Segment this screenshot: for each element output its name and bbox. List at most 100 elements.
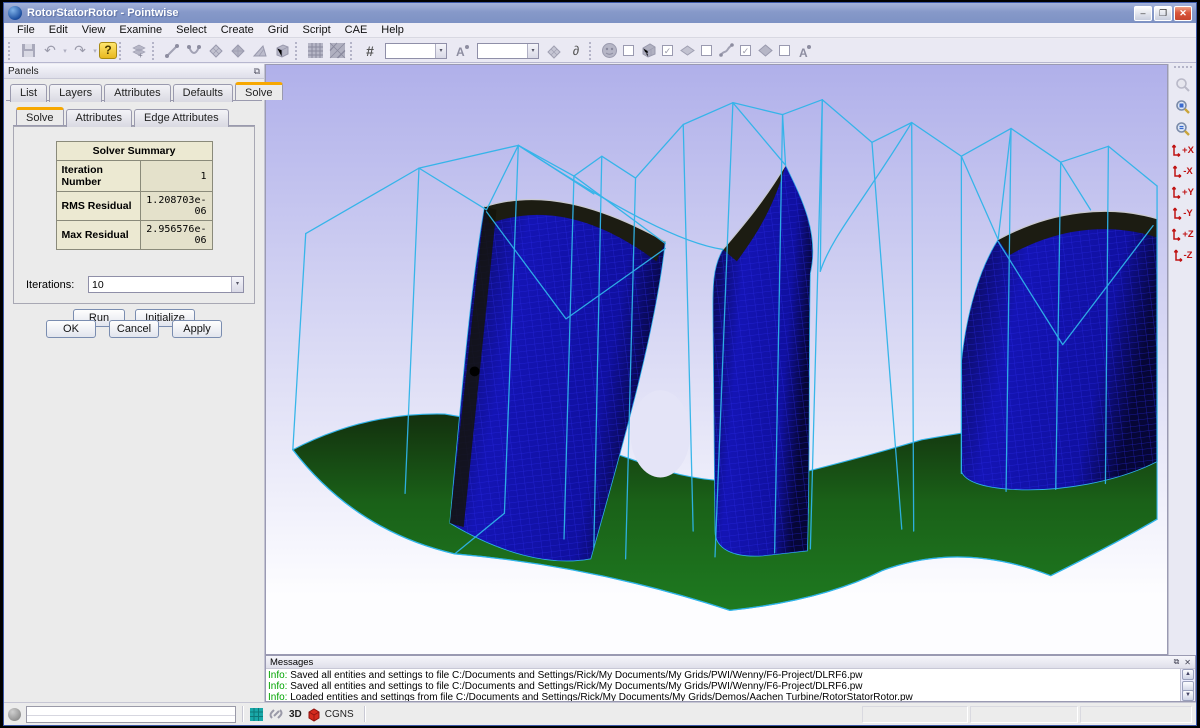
chevron-down-icon[interactable]: ▾: [527, 44, 538, 58]
view-plus-z-button[interactable]: +Z: [1170, 224, 1196, 245]
create-extrusion-icon[interactable]: [249, 41, 271, 61]
derivative-icon[interactable]: ∂: [565, 41, 587, 61]
view-minus-z-button[interactable]: -Z: [1170, 245, 1196, 266]
zoom-extents-icon[interactable]: [1171, 96, 1195, 118]
undo-icon[interactable]: ↶: [39, 41, 61, 61]
grid-tracking-icon[interactable]: [249, 707, 264, 722]
mask-point-icon[interactable]: A: [793, 41, 815, 61]
subtab-edge-attributes[interactable]: Edge Attributes: [134, 109, 229, 127]
mask-checkbox-domain[interactable]: [701, 45, 712, 56]
menu-script[interactable]: Script: [296, 24, 338, 36]
minimize-button[interactable]: –: [1134, 6, 1152, 21]
close-icon[interactable]: ✕: [1184, 658, 1191, 667]
view-plus-x-button[interactable]: +X: [1170, 140, 1196, 161]
ok-button[interactable]: OK: [46, 320, 96, 338]
float-panel-icon[interactable]: ⧉: [254, 66, 260, 77]
undo-dropdown-icon[interactable]: ▾: [61, 47, 69, 55]
subtab-attributes[interactable]: Attributes: [66, 109, 132, 127]
spacing-combo[interactable]: ▾: [477, 43, 539, 59]
create-domain-structured-icon[interactable]: [205, 41, 227, 61]
help-icon[interactable]: ?: [99, 42, 117, 59]
spacing-input[interactable]: [478, 44, 527, 58]
dimension-icon[interactable]: #: [359, 41, 381, 61]
iterations-row: Iterations: ▾: [26, 276, 244, 293]
tab-solve[interactable]: Solve: [235, 82, 283, 100]
menu-view[interactable]: View: [75, 24, 113, 36]
scroll-up-icon[interactable]: ▲: [1182, 669, 1194, 680]
mask-domain-icon[interactable]: [676, 41, 698, 61]
scroll-down-icon[interactable]: ▼: [1182, 690, 1194, 701]
redo-icon[interactable]: ↷: [69, 41, 91, 61]
create-curve-icon[interactable]: [183, 41, 205, 61]
chevron-down-icon[interactable]: ▾: [231, 277, 243, 292]
menu-grid[interactable]: Grid: [261, 24, 296, 36]
mask-checkbox-block[interactable]: ✓: [662, 45, 673, 56]
tab-list[interactable]: List: [10, 84, 47, 102]
solve-icon[interactable]: [543, 41, 565, 61]
menu-create[interactable]: Create: [214, 24, 261, 36]
menu-select[interactable]: Select: [169, 24, 214, 36]
mask-block-icon[interactable]: [637, 41, 659, 61]
spacing-icon[interactable]: A: [451, 41, 473, 61]
messages-log[interactable]: Info: Saved all entities and settings to…: [266, 669, 1180, 701]
create-domain-unstructured-icon[interactable]: [227, 41, 249, 61]
axis-label: -X: [1183, 166, 1193, 177]
mask-spacing-icon[interactable]: [754, 41, 776, 61]
toolbar-grip: [8, 42, 13, 60]
subtab-solve[interactable]: Solve: [16, 107, 64, 125]
mask-connector-icon[interactable]: [715, 41, 737, 61]
status-separator: [364, 706, 365, 722]
solver-summary-title: Solver Summary: [56, 142, 212, 161]
menu-help[interactable]: Help: [374, 24, 411, 36]
messages-scrollbar[interactable]: ▲ ▼: [1180, 669, 1195, 701]
apply-button[interactable]: Apply: [172, 320, 222, 338]
menu-edit[interactable]: Edit: [42, 24, 75, 36]
view-plus-y-button[interactable]: +Y: [1170, 182, 1196, 203]
panels-dock: Panels ⧉ List Layers Attributes Defaults…: [4, 64, 265, 702]
link-icon[interactable]: [269, 707, 285, 721]
tab-layers[interactable]: Layers: [49, 84, 102, 102]
tab-defaults[interactable]: Defaults: [173, 84, 233, 102]
dialog-buttons-row: OK Cancel Apply: [4, 320, 264, 338]
title-bar[interactable]: RotorStatorRotor - Pointwise – ❐ ✕: [4, 3, 1196, 23]
create-connector-icon[interactable]: [161, 41, 183, 61]
merge-icon[interactable]: +: [128, 41, 150, 61]
zoom-icon[interactable]: [1171, 74, 1195, 96]
grid-unstructured-icon[interactable]: [326, 41, 348, 61]
menu-file[interactable]: File: [10, 24, 42, 36]
view-minus-y-button[interactable]: -Y: [1170, 203, 1196, 224]
menu-examine[interactable]: Examine: [112, 24, 169, 36]
selected-point[interactable]: [470, 366, 480, 376]
zoom-actual-icon[interactable]: [1171, 118, 1195, 140]
redo-dropdown-icon[interactable]: ▾: [91, 47, 99, 55]
mask-checkbox-spacing[interactable]: [779, 45, 790, 56]
mask-database-icon[interactable]: [598, 41, 620, 61]
messages-header[interactable]: Messages ⧉ ✕: [266, 656, 1195, 669]
save-icon[interactable]: [17, 41, 39, 61]
iterations-combo[interactable]: ▾: [88, 276, 244, 293]
chevron-down-icon[interactable]: ▾: [435, 44, 446, 58]
restore-button[interactable]: ❐: [1154, 6, 1172, 21]
mask-checkbox-connector[interactable]: ✓: [740, 45, 751, 56]
menu-cae[interactable]: CAE: [338, 24, 375, 36]
cancel-button[interactable]: Cancel: [109, 320, 159, 338]
float-panel-icon[interactable]: ⧉: [1174, 657, 1180, 667]
view-minus-x-button[interactable]: -X: [1170, 161, 1196, 182]
status-pane: [1080, 706, 1192, 723]
close-button[interactable]: ✕: [1174, 6, 1192, 21]
max-residual-value: 2.956576e-06: [140, 221, 212, 250]
log-line: Info: Saved all entities and settings to…: [268, 681, 1178, 692]
panels-header[interactable]: Panels ⧉: [4, 64, 264, 79]
dimension-input[interactable]: [386, 44, 435, 58]
window-title: RotorStatorRotor - Pointwise: [27, 7, 1132, 19]
dimension-combo[interactable]: ▾: [385, 43, 447, 59]
iterations-input[interactable]: [89, 277, 231, 292]
3d-viewport[interactable]: [265, 64, 1168, 655]
turbine-grid-render: [266, 65, 1167, 654]
messages-panel: Messages ⧉ ✕ Info: Saved all entities an…: [265, 655, 1196, 702]
tab-attributes[interactable]: Attributes: [104, 84, 170, 102]
create-block-icon[interactable]: [271, 41, 293, 61]
grid-structured-icon[interactable]: [304, 41, 326, 61]
mask-checkbox-database[interactable]: [623, 45, 634, 56]
log-text: Saved all entities and settings to file …: [287, 670, 862, 681]
